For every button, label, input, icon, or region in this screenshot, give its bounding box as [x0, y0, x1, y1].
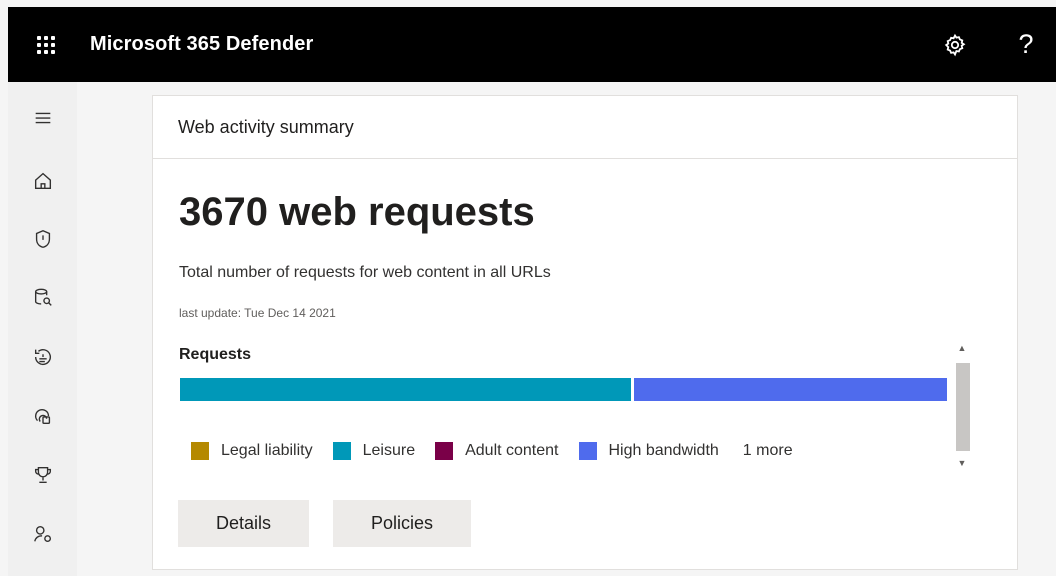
waffle-icon [36, 35, 55, 54]
app-launcher-button[interactable] [8, 7, 83, 82]
nav-home-button[interactable] [8, 161, 77, 201]
requests-legend: Legal liability Leisure Adult content Hi… [191, 442, 793, 460]
legend-item-high-bandwidth[interactable]: High bandwidth [578, 442, 719, 460]
home-icon [34, 172, 51, 190]
scroll-down-arrow-icon[interactable]: ▼ [953, 458, 971, 470]
fingerprint-icon [34, 409, 50, 425]
last-update-text: last update: Tue Dec 14 2021 [179, 306, 336, 320]
bar-segment-leisure[interactable] [180, 378, 632, 401]
legend-item-legal-liability[interactable]: Legal liability [191, 442, 313, 460]
help-icon: ? [1018, 29, 1034, 59]
requests-section-title: Requests [179, 346, 252, 363]
details-button[interactable]: Details [178, 500, 309, 547]
settings-button[interactable] [934, 7, 976, 82]
history-icon [34, 349, 51, 366]
left-navigation-rail [8, 82, 77, 576]
shield-alert-icon [35, 230, 50, 248]
nav-menu-button[interactable] [8, 98, 77, 138]
requests-stacked-bar [180, 378, 947, 401]
app-title: Microsoft 365 Defender [90, 33, 314, 55]
web-activity-summary-card: Web activity summary 3670 web requests T… [152, 95, 1018, 570]
menu-icon [35, 112, 50, 124]
adult-content-swatch [435, 442, 454, 460]
legend-label: Legal liability [221, 442, 313, 459]
user-settings-icon [33, 525, 51, 543]
legend-item-adult-content[interactable]: Adult content [435, 442, 559, 460]
legend-label: Adult content [465, 442, 559, 459]
nav-secure-score-button[interactable] [8, 396, 77, 436]
help-button[interactable]: ? [1004, 7, 1048, 82]
nav-permissions-button[interactable] [8, 514, 77, 554]
trophy-icon [34, 466, 51, 484]
more-legend-items-link[interactable]: 1 more [743, 442, 793, 460]
web-requests-count: 3670 web requests [179, 190, 535, 234]
top-navigation-bar: Microsoft 365 Defender ? [8, 7, 1056, 82]
legend-label: Leisure [362, 442, 416, 459]
card-title: Web activity summary [153, 96, 1017, 159]
nav-learning-hub-button[interactable] [8, 455, 77, 495]
scroll-up-arrow-icon[interactable]: ▲ [953, 343, 971, 355]
legend-label: High bandwidth [608, 442, 719, 459]
metric-description: Total number of requests for web content… [179, 264, 551, 281]
legend-item-leisure[interactable]: Leisure [332, 442, 416, 460]
legend-scrollbar[interactable]: ▲ ▼ [953, 343, 971, 470]
bar-segment-high-bandwidth[interactable] [634, 378, 947, 401]
nav-hunting-button[interactable] [8, 278, 77, 318]
gear-icon [944, 33, 966, 56]
legal-liability-swatch [191, 442, 209, 460]
scrollbar-thumb[interactable] [956, 363, 970, 451]
nav-incidents-button[interactable] [8, 219, 77, 259]
high-bandwidth-swatch [578, 442, 597, 460]
policies-button[interactable]: Policies [333, 500, 471, 547]
leisure-swatch [332, 442, 351, 460]
nav-action-center-button[interactable] [8, 337, 77, 377]
database-search-icon [34, 288, 52, 306]
